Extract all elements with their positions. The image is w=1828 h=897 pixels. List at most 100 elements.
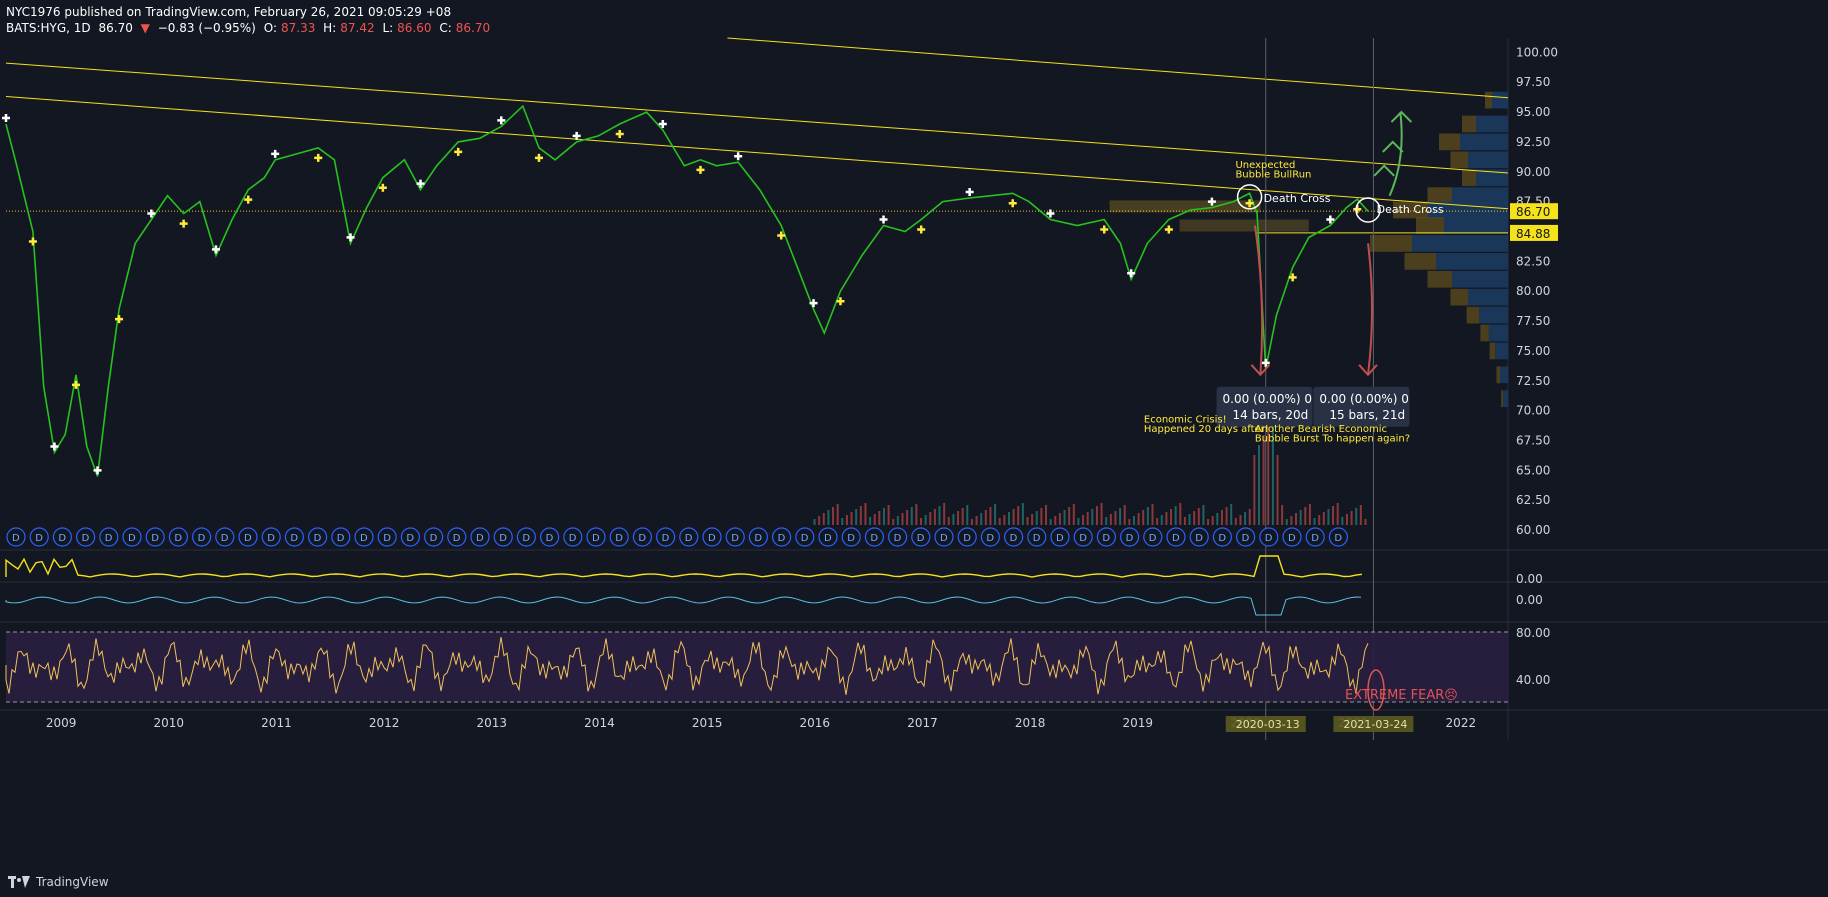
volume-bar: [943, 503, 946, 525]
volume-bar: [1290, 516, 1293, 525]
dividend-marker-label: D: [685, 533, 693, 544]
indicator-line-pane3: [5, 596, 1362, 616]
dividend-marker-label: D: [499, 533, 507, 544]
volume-bar: [827, 510, 830, 525]
dividend-marker-label: D: [1126, 533, 1134, 544]
dividend-marker-label: D: [824, 533, 832, 544]
volume-bar: [957, 511, 960, 525]
volume-bar: [878, 511, 881, 525]
volume-bar: [975, 516, 978, 525]
signal-cross-marker[interactable]: [1164, 225, 1173, 234]
signal-cross-marker[interactable]: [965, 188, 974, 197]
volume-bar: [892, 519, 895, 525]
measure-box-line1: 0.00 (0.00%) 0: [1319, 392, 1408, 406]
volume-bar: [970, 519, 973, 525]
volume-bar: [1058, 513, 1061, 525]
time-axis-tick: 2009: [46, 716, 77, 730]
dividend-marker-label: D: [1102, 533, 1110, 544]
volume-bar: [1137, 513, 1140, 525]
signal-cross-marker[interactable]: [2, 113, 10, 122]
dividend-marker-label: D: [383, 533, 391, 544]
volume-profile-bar: [1370, 235, 1412, 252]
price-axis-tick: 75.00: [1516, 344, 1550, 358]
dividend-marker-label: D: [453, 533, 461, 544]
volume-bar: [1341, 517, 1344, 525]
volume-bar: [1054, 516, 1057, 525]
volume-bar: [1211, 516, 1214, 525]
price-axis-tick: 70.00: [1516, 404, 1550, 418]
volume-bar: [896, 516, 899, 525]
volume-bar: [836, 504, 839, 525]
volume-bar: [1128, 519, 1131, 525]
signal-cross-marker[interactable]: [378, 183, 387, 192]
volume-profile-bar: [1501, 390, 1504, 408]
signal-cross-marker[interactable]: [28, 237, 37, 246]
time-axis-tick: 2012: [369, 716, 400, 730]
price-axis-tick: 90.00: [1516, 165, 1550, 179]
dividend-marker-label: D: [1033, 533, 1041, 544]
signal-cross-marker[interactable]: [454, 147, 463, 156]
volume-bar: [994, 504, 997, 525]
dividend-marker-label: D: [314, 533, 322, 544]
death-cross-label: Death Cross: [1264, 192, 1331, 205]
signal-cross-marker[interactable]: [314, 153, 323, 162]
volume-bar: [1040, 508, 1043, 525]
rsi-axis-label-upper: 80.00: [1516, 626, 1550, 640]
volume-bar: [873, 514, 876, 525]
volume-profile-bar: [1436, 252, 1508, 270]
signal-cross-marker[interactable]: [917, 225, 926, 234]
volume-bar: [1308, 504, 1311, 525]
signal-cross-marker[interactable]: [346, 233, 355, 242]
volume-bar: [1068, 507, 1071, 525]
volume-bar: [1197, 508, 1200, 525]
dividend-marker-label: D: [592, 533, 600, 544]
volume-profile-bar: [1495, 342, 1508, 360]
signal-cross-marker[interactable]: [1008, 199, 1017, 208]
time-axis-tick: 2017: [907, 716, 938, 730]
volume-bar: [1049, 519, 1052, 525]
volume-bar: [845, 515, 848, 525]
signal-cross-marker[interactable]: [615, 129, 624, 138]
signal-cross-marker[interactable]: [534, 153, 543, 162]
dividend-marker-label: D: [58, 533, 66, 544]
dividend-marker-label: D: [522, 533, 530, 544]
dividend-marker-label: D: [615, 533, 623, 544]
volume-bar: [1322, 512, 1325, 525]
signal-cross-marker[interactable]: [1100, 225, 1109, 234]
signal-cross-marker[interactable]: [179, 219, 188, 228]
volume-profile-bar: [1479, 306, 1508, 324]
volume-bar: [1207, 519, 1210, 525]
volume-bar: [1179, 503, 1182, 525]
price-axis-tick: 65.00: [1516, 463, 1550, 477]
signal-cross-marker[interactable]: [115, 315, 124, 324]
dividend-marker-label: D: [917, 533, 925, 544]
annotation-text: Bubble Burst To happen again?: [1255, 434, 1410, 445]
volume-bar: [1077, 518, 1080, 525]
volume-profile-bar: [1489, 342, 1496, 360]
volume-bar: [1160, 515, 1163, 525]
volume-bar: [989, 507, 992, 525]
volume-bar: [1350, 511, 1353, 525]
volume-bar: [1119, 508, 1122, 525]
signal-cross-marker[interactable]: [271, 149, 280, 158]
volume-bar: [813, 519, 816, 525]
brand-label[interactable]: TradingView: [36, 875, 109, 889]
volume-bar: [1364, 519, 1367, 525]
volume-bar: [1045, 505, 1048, 525]
volume-bar: [832, 507, 835, 525]
chart-canvas[interactable]: D D D D D D D D D D D D D D D D D D D D D D D D D D D D D D D D D D D D D D D D…: [0, 0, 1828, 897]
signal-cross-marker[interactable]: [734, 152, 743, 161]
dividend-marker-label: D: [1149, 533, 1157, 544]
volume-bar: [1304, 507, 1307, 525]
rsi-band: [6, 632, 1508, 702]
signal-cross-marker[interactable]: [879, 215, 888, 224]
volume-bar: [1165, 512, 1168, 525]
signal-cross-marker[interactable]: [244, 195, 253, 204]
volume-bar: [924, 515, 927, 525]
signal-cross-marker[interactable]: [696, 165, 705, 174]
volume-bar: [1244, 512, 1247, 525]
date-label: 2020-03-13: [1236, 718, 1300, 731]
volume-bar: [1017, 506, 1020, 525]
dividend-marker-label: D: [12, 533, 20, 544]
crash-arrow: [1253, 225, 1264, 375]
